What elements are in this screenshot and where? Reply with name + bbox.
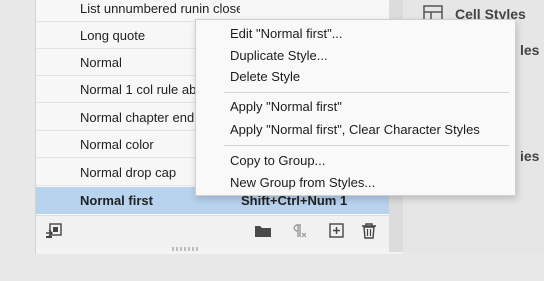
menu-item-delete-style[interactable]: Delete Style [230, 66, 300, 88]
panel-label-fragment: les [520, 42, 540, 58]
menu-item-edit-style[interactable]: Edit "Normal first"... [230, 23, 343, 45]
menu-item-apply-style[interactable]: Apply "Normal first" [230, 96, 342, 118]
context-menu: Edit "Normal first"... Duplicate Style..… [195, 19, 516, 196]
folder-icon[interactable] [254, 223, 272, 239]
panel-label-fragment: ies [520, 148, 540, 164]
menu-separator [224, 92, 509, 93]
menu-separator [224, 145, 509, 146]
menu-item-new-group-from-styles[interactable]: New Group from Styles... [230, 172, 375, 194]
panel-toolbar [36, 215, 408, 248]
menu-item-apply-clear-character-styles[interactable]: Apply "Normal first", Clear Character St… [230, 119, 480, 141]
panel-resize-grip[interactable] [172, 247, 200, 251]
trash-icon[interactable] [360, 223, 378, 239]
menu-item-duplicate-style[interactable]: Duplicate Style... [230, 45, 328, 67]
load-styles-icon[interactable] [45, 223, 63, 239]
menu-item-copy-to-group[interactable]: Copy to Group... [230, 150, 325, 172]
new-style-icon[interactable] [328, 223, 346, 239]
pilcrow-clear-icon[interactable] [289, 223, 307, 239]
indesign-workspace: List unnumbered runin close Long quote N… [0, 0, 544, 281]
